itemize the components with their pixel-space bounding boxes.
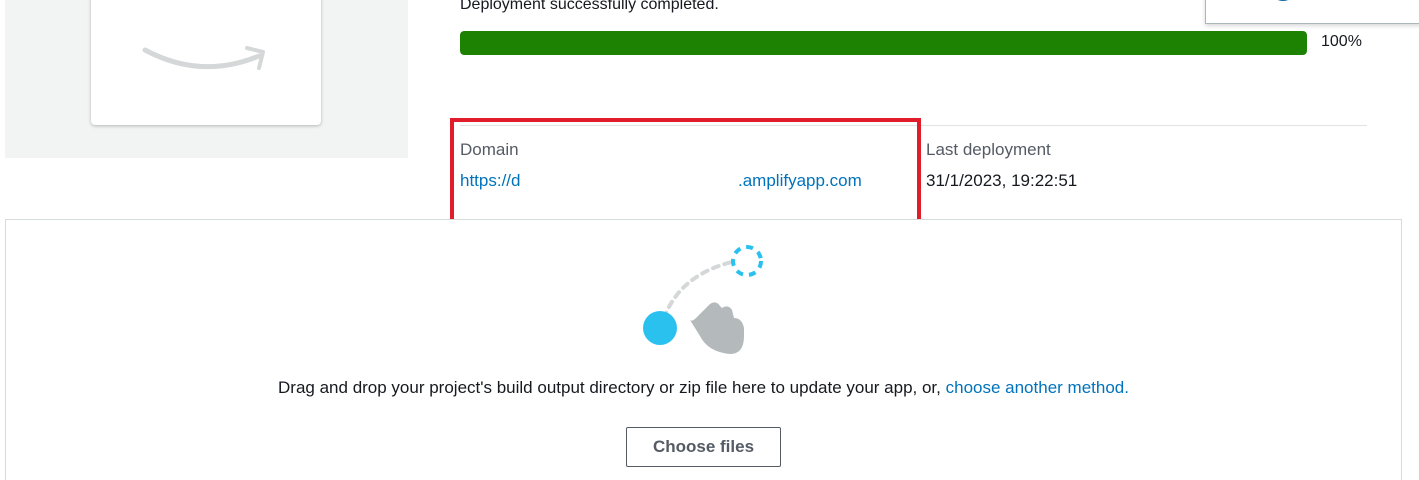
drop-zone-instruction: Drag and drop your project's build outpu…: [0, 378, 1407, 398]
drop-zone-instruction-text: Drag and drop your project's build outpu…: [278, 378, 946, 397]
popup-panel: [1205, 0, 1419, 24]
progress-percent-label: 100%: [1321, 33, 1362, 50]
choose-files-button[interactable]: Choose files: [626, 427, 781, 467]
status-dot-icon: [1269, 0, 1297, 1]
app-deployment-view: Deployment successfully completed. 100% …: [0, 0, 1419, 480]
amazon-smile-logo-icon: [142, 46, 265, 70]
deployment-status-text: Deployment successfully completed.: [460, 0, 719, 13]
last-deployment-value: 31/1/2023, 19:22:51: [926, 171, 1078, 190]
domain-highlight-annotation: [450, 118, 921, 228]
app-preview-thumbnail[interactable]: [91, 0, 321, 125]
last-deployment-label: Last deployment: [926, 140, 1051, 159]
deployment-progress-bar: [460, 31, 1307, 55]
app-preview-panel: [5, 0, 408, 158]
drag-and-drop-icon: [643, 245, 763, 354]
progress-bar-fill: [460, 31, 1307, 55]
choose-another-method-link[interactable]: choose another method.: [946, 378, 1129, 397]
